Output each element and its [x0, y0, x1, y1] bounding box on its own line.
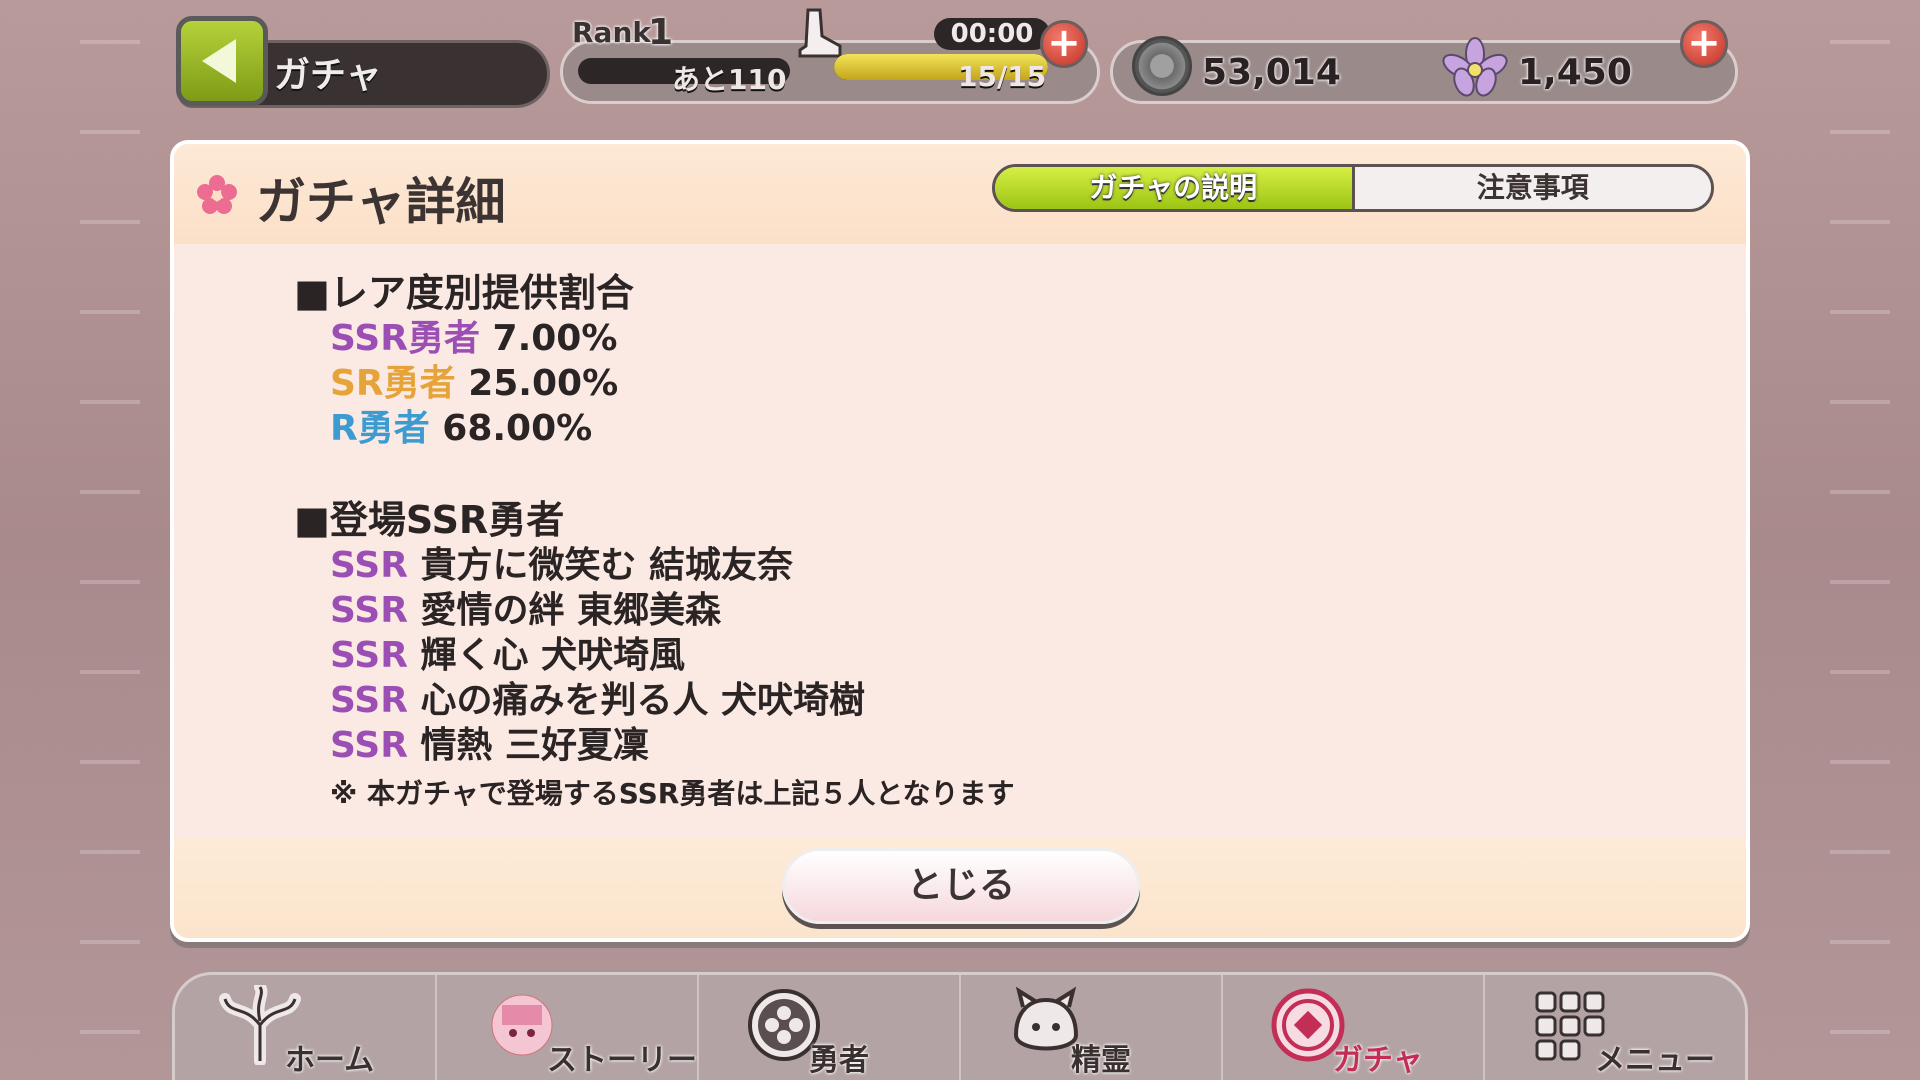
list-item: SSR 貴方に微笑む 結城友奈 — [294, 543, 1015, 588]
rate-value: 7.00% — [492, 318, 618, 359]
nav-item-story[interactable]: ストーリー — [437, 975, 699, 1080]
stamina-value: 15/15 — [958, 60, 1047, 93]
nav-item-heroes[interactable]: 勇者 — [699, 975, 961, 1080]
stamina-timer: 00:00 — [934, 18, 1050, 50]
nav-label: ストーリー — [547, 1043, 697, 1078]
tab-notes[interactable]: 注意事項 — [1354, 167, 1711, 209]
rank-value: 1 — [648, 12, 674, 53]
add-stamina-button[interactable]: + — [1040, 20, 1088, 68]
background-sparkles-left — [80, 0, 140, 1080]
rarity-label: SSR — [330, 590, 408, 631]
hero-name: 貴方に微笑む 結城友奈 — [420, 545, 794, 586]
footnote: ※ 本ガチャで登場するSSR勇者は上記５人となります — [330, 777, 1015, 810]
screen-title: ガチャ — [274, 55, 382, 96]
rarity-label: SSR勇者 — [330, 318, 480, 359]
rarity-label: SR勇者 — [330, 363, 456, 404]
add-gems-button[interactable]: + — [1680, 20, 1728, 68]
rarity-label: SSR — [330, 545, 408, 586]
coin-icon — [1132, 36, 1192, 96]
dialog-content: ■レア度別提供割合 SSR勇者 7.00% SR勇者 25.00% R勇者 68… — [294, 270, 1015, 818]
nav-label: 精霊 — [1071, 1043, 1131, 1078]
flower-gem-icon — [1442, 37, 1508, 97]
rank-label: Rank — [572, 16, 652, 49]
boot-icon — [798, 8, 842, 58]
tab-group: ガチャの説明 注意事項 — [992, 164, 1714, 212]
gacha-detail-dialog: ガチャ詳細 ガチャの説明 注意事項 ■レア度別提供割合 SSR勇者 7.00% … — [170, 140, 1750, 942]
nav-item-gacha[interactable]: ガチャ — [1223, 975, 1485, 1080]
back-button[interactable] — [176, 16, 268, 106]
rates-heading: ■レア度別提供割合 — [294, 271, 634, 315]
rarity-label: SSR — [330, 680, 408, 721]
list-item: SSR 輝く心 犬吠埼風 — [294, 633, 1015, 678]
sakura-icon — [197, 175, 237, 214]
hero-name: 情熱 三好夏凜 — [420, 725, 650, 766]
hero-name: 心の痛みを判る人 犬吠埼樹 — [420, 680, 866, 721]
back-arrow-icon — [202, 39, 236, 83]
coin-amount: 53,014 — [1202, 52, 1341, 93]
heroes-heading: ■登場SSR勇者 — [294, 498, 565, 542]
nav-item-menu[interactable]: メニュー — [1485, 975, 1745, 1080]
list-item: SSR 心の痛みを判る人 犬吠埼樹 — [294, 678, 1015, 723]
rate-line-ssr: SSR勇者 7.00% — [294, 316, 1015, 361]
rarity-label: SSR — [330, 635, 408, 676]
nav-label: 勇者 — [809, 1043, 869, 1078]
bottom-nav: ホーム ストーリー 勇者 精霊 ガチャ メニュー — [172, 972, 1748, 1080]
dialog-title: ガチャ詳細 — [256, 173, 506, 231]
nav-label: ホーム — [285, 1043, 375, 1078]
rate-line-sr: SR勇者 25.00% — [294, 361, 1015, 406]
list-item: SSR 情熱 三好夏凜 — [294, 723, 1015, 768]
nav-item-home[interactable]: ホーム — [175, 975, 437, 1080]
rate-value: 25.00% — [468, 363, 619, 404]
rate-value: 68.00% — [442, 408, 593, 449]
background-sparkles-right — [1830, 0, 1890, 1080]
tab-gacha-description[interactable]: ガチャの説明 — [995, 167, 1355, 209]
nav-item-spirits[interactable]: 精霊 — [961, 975, 1223, 1080]
rarity-label: R勇者 — [330, 408, 430, 449]
exp-remaining: あと110 — [672, 63, 787, 96]
close-button[interactable]: とじる — [782, 848, 1140, 924]
hero-name: 輝く心 犬吠埼風 — [420, 635, 686, 676]
gem-amount: 1,450 — [1518, 52, 1632, 93]
rate-line-r: R勇者 68.00% — [294, 406, 1015, 451]
nav-label: ガチャ — [1333, 1043, 1423, 1078]
hero-name: 愛情の絆 東郷美森 — [420, 590, 722, 631]
nav-label: メニュー — [1595, 1043, 1715, 1078]
rarity-label: SSR — [330, 725, 408, 766]
list-item: SSR 愛情の絆 東郷美森 — [294, 588, 1015, 633]
